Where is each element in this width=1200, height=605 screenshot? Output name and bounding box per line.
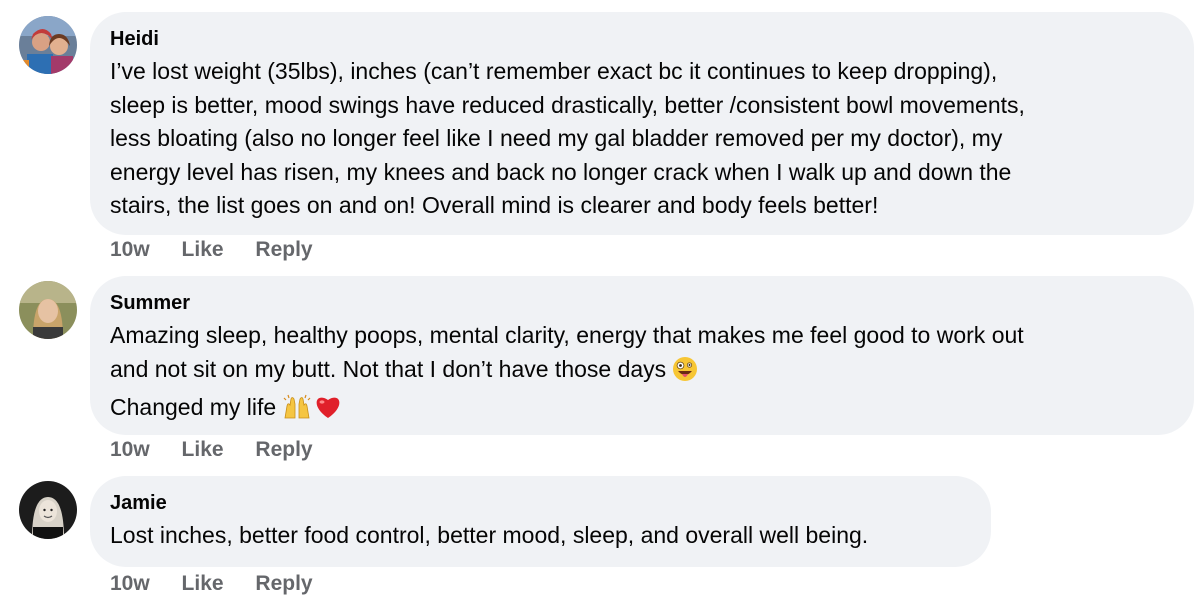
comment-thread: Heidi I’ve lost weight (35lbs), inches (… (0, 0, 1200, 605)
comment-bubble: Jamie Lost inches, better food control, … (90, 476, 991, 567)
avatar-photo-icon (19, 16, 77, 74)
avatar[interactable] (19, 281, 77, 339)
comment-text-line: Lost inches, better food control, better… (110, 522, 869, 548)
reply-button[interactable]: Reply (255, 238, 312, 262)
comment-text-line: and not sit on my butt. Not that I don’t… (110, 353, 1172, 392)
comment-text-line: Changed my life (110, 391, 1172, 430)
comment-text-line: sleep is better, mood swings have reduce… (110, 91, 1025, 118)
comment-timestamp[interactable]: 10w (110, 238, 150, 262)
comment-author[interactable]: Heidi (110, 26, 1172, 52)
comment-timestamp[interactable]: 10w (110, 572, 150, 596)
like-button[interactable]: Like (182, 572, 224, 596)
comment-bubble: Summer Amazing sleep, healthy poops, men… (90, 276, 1194, 435)
comment-text-line: stairs, the list goes on and on! Overall… (110, 192, 879, 218)
comment-timestamp[interactable]: 10w (110, 438, 150, 462)
comment-text-line: energy level has risen, my knees and bac… (110, 158, 1012, 185)
raising-hands-emoji-icon (282, 394, 312, 430)
comment-text-line: less bloating (also no longer feel like … (110, 125, 1003, 151)
zany-face-emoji-icon (672, 356, 698, 392)
comment-author[interactable]: Jamie (110, 490, 969, 516)
comment-author[interactable]: Summer (110, 290, 1172, 316)
comment-text-fragment: Changed my life (110, 394, 277, 420)
like-button[interactable]: Like (182, 238, 224, 262)
comment-text-line: Amazing sleep, healthy poops, mental cla… (110, 322, 1024, 348)
comment-actions: 10w Like Reply (110, 238, 339, 262)
red-heart-emoji-icon (314, 394, 342, 430)
avatar[interactable] (19, 16, 77, 74)
comment-actions: 10w Like Reply (110, 572, 339, 596)
comment-actions: 10w Like Reply (110, 438, 339, 462)
avatar-photo-icon (19, 281, 77, 339)
reply-button[interactable]: Reply (255, 572, 312, 596)
avatar[interactable] (19, 481, 77, 539)
avatar-photo-icon (19, 481, 77, 539)
like-button[interactable]: Like (182, 438, 224, 462)
comment-text-fragment: and not sit on my butt. Not that I don’t… (110, 355, 667, 382)
comment-text-line: I’ve lost weight (35lbs), inches (can’t … (110, 58, 998, 84)
comment-bubble: Heidi I’ve lost weight (35lbs), inches (… (90, 12, 1194, 235)
reply-button[interactable]: Reply (255, 438, 312, 462)
